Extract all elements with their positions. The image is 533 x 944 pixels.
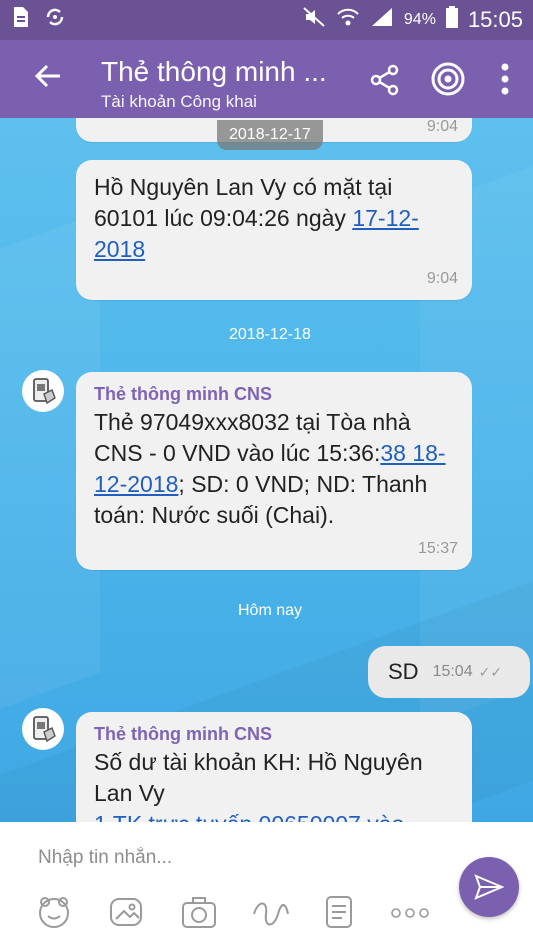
doodle-icon[interactable] [250, 894, 290, 935]
date-separator: Hôm nay [238, 602, 303, 619]
message-bubble[interactable]: Hồ Nguyên Lan Vy có mặt tại 60101 lúc 09… [76, 160, 472, 300]
sticker-market-icon[interactable] [322, 894, 356, 935]
sticker-icon[interactable] [36, 894, 72, 935]
send-button[interactable] [459, 857, 519, 917]
message-text: SD [388, 659, 419, 684]
battery-percent: 94% [403, 11, 436, 28]
camera-icon[interactable] [180, 894, 218, 935]
battery-icon [445, 6, 458, 34]
sender-name: Thẻ thông minh CNS [94, 384, 272, 404]
wifi-icon [336, 6, 360, 34]
message-bubble[interactable]: Thẻ thông minh CNS Thẻ 97049xxx8032 tại … [76, 372, 472, 570]
message-text: Thẻ 97049xxx8032 tại Tòa nhà CNS - 0 VND… [94, 409, 411, 466]
message-input[interactable] [36, 846, 420, 870]
gallery-icon[interactable] [108, 894, 144, 935]
message-time: 9:04 [426, 118, 458, 135]
chat-subtitle[interactable]: Tài khoản Công khai [101, 92, 257, 112]
message-text: Hồ Nguyên Lan Vy có mặt tại 60101 lúc 09… [94, 174, 393, 231]
message-text: Số dư tài khoản KH: Hồ Nguyên Lan Vy [94, 749, 423, 806]
composer [0, 822, 533, 944]
date-separator: 2018-12-17 [217, 120, 323, 150]
status-bar: 94% 15:05 [0, 0, 533, 40]
date-separator: 2018-12-18 [229, 326, 311, 343]
message-time: 15:37 [417, 540, 458, 557]
message-partial-link[interactable]: 1 TK trực tuyến 00650007 vào [94, 809, 454, 822]
sender-name: Thẻ thông minh CNS [94, 724, 272, 744]
sender-avatar[interactable] [22, 708, 64, 750]
clock: 15:05 [467, 7, 523, 32]
message-time: 9:04 [426, 270, 458, 287]
mute-icon [302, 6, 326, 34]
sync-icon [44, 6, 66, 34]
message-time: 15:04 [432, 663, 473, 680]
outgoing-message-bubble[interactable]: SD 15:04 ✓✓ [368, 646, 530, 698]
more-options-icon[interactable] [390, 906, 430, 924]
message-bubble[interactable]: Thẻ thông minh CNS Số dư tài khoản KH: H… [76, 712, 472, 822]
share-icon[interactable] [369, 64, 401, 101]
document-icon [12, 6, 30, 34]
app-bar: Thẻ thông minh ... Tài khoản Công khai [0, 40, 533, 118]
signal-icon [370, 6, 394, 34]
chat-area[interactable]: 9:04 2018-12-17 Hồ Nguyên Lan Vy có mặt … [0, 118, 533, 822]
back-arrow-icon[interactable] [34, 62, 62, 96]
chat-title[interactable]: Thẻ thông minh ... [101, 56, 327, 88]
double-check-icon: ✓✓ [478, 663, 503, 680]
more-vert-icon[interactable] [500, 62, 510, 101]
sender-avatar[interactable] [22, 370, 64, 412]
public-account-icon[interactable] [431, 62, 465, 101]
